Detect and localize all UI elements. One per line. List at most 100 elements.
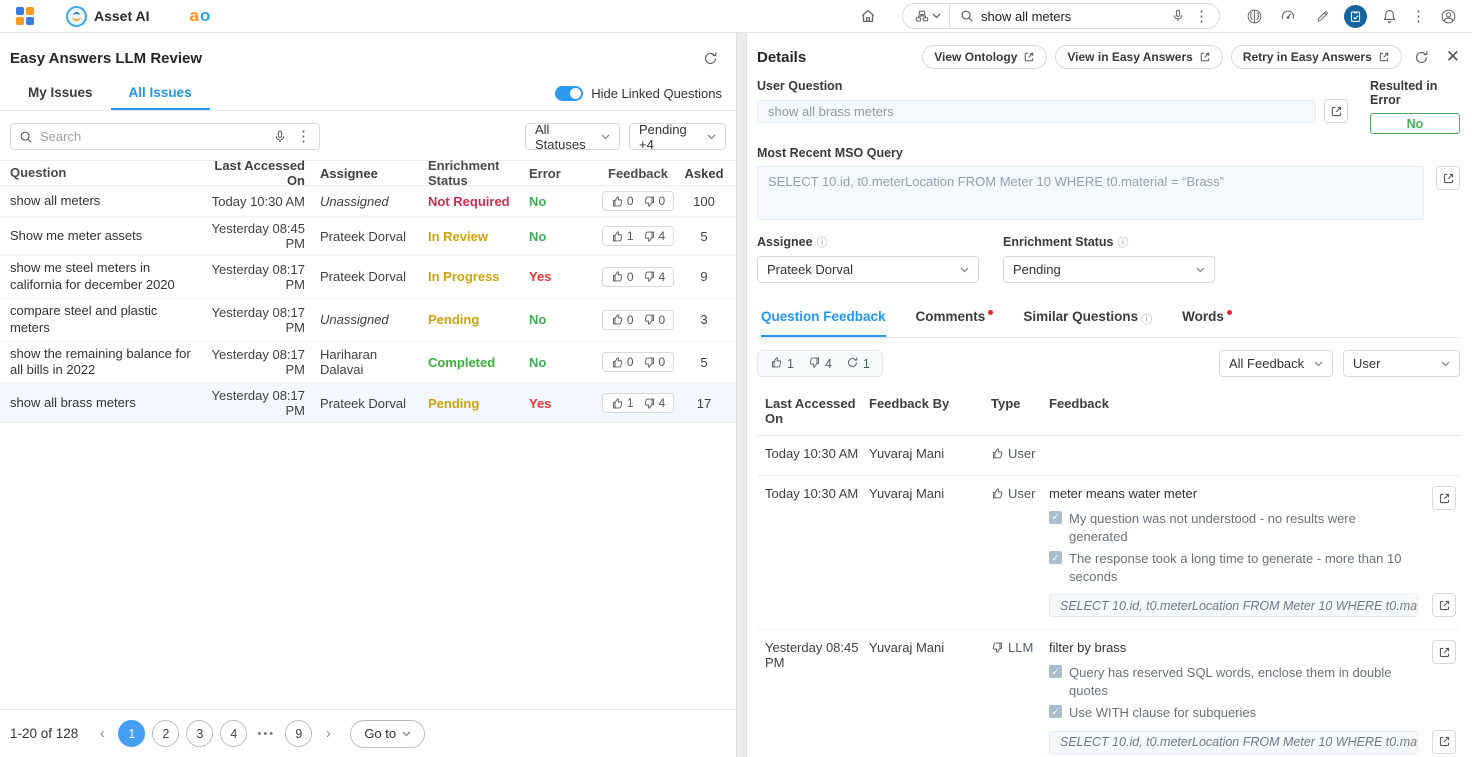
gauge-icon[interactable] [1276,4,1300,28]
browser-search-bar[interactable]: show all meters ⋮ [902,3,1220,29]
search-options-kebab-icon[interactable]: ⋮ [1194,9,1209,24]
details-panel: Details View Ontology View in Easy Answe… [746,33,1472,757]
mic-icon[interactable] [271,125,289,149]
refresh-icon[interactable] [1410,45,1434,69]
feedback-type-dropdown[interactable]: All Feedback [1219,350,1333,377]
pen-icon[interactable] [1310,4,1334,28]
enrichment-status-dropdown[interactable]: Pending [1003,256,1215,283]
user-question-input[interactable]: show all brass meters [757,100,1316,123]
table-row[interactable]: show the remaining balance for all bills… [0,342,736,385]
page-button[interactable]: 9 [285,720,312,747]
open-feedback-button[interactable] [1432,640,1456,664]
enrichment-status-cell: In Review [415,229,528,244]
asked-count-cell: 100 [682,194,726,209]
checkbox-checked[interactable]: ✓ [1049,665,1062,678]
page-button[interactable]: 1 [118,720,145,747]
goto-page-dropdown[interactable]: Go to [350,720,425,748]
table-row[interactable]: Show me meter assetsYesterday 08:45 PMPr… [0,217,736,256]
tab-words[interactable]: Words [1182,301,1232,337]
chevron-down-icon [601,134,610,140]
external-link-icon [1378,51,1390,63]
table-row[interactable]: show all brass metersYesterday 08:17 PMP… [0,384,736,423]
chevron-down-icon [707,134,716,140]
page-button[interactable]: 3 [186,720,213,747]
enrichment-filter-dropdown[interactable]: Pending +4 [629,123,726,150]
checkbox-checked[interactable]: ✓ [1049,705,1062,718]
open-query-button[interactable] [1432,593,1456,617]
feedback-by-dropdown[interactable]: User [1343,350,1460,377]
feedback-counts-button[interactable]: 14 [602,393,674,413]
thumbs-up-count: 1 [611,229,634,243]
tab-similar-questions[interactable]: Similar Questionsⓘ [1023,301,1152,337]
mic-icon[interactable] [1169,4,1187,28]
page-button[interactable]: 2 [152,720,179,747]
browser-menu-kebab-icon[interactable]: ⋮ [1411,9,1426,24]
pagination-ellipsis: ••• [254,728,278,740]
search-input[interactable]: Search ⋮ [10,123,320,150]
refresh-icon[interactable] [698,46,722,70]
asset-ai-brand[interactable]: Asset AI [66,6,150,27]
thumbs-up-count[interactable]: 1 [770,356,794,372]
view-in-easy-answers-button[interactable]: View in Easy Answers [1055,45,1222,69]
mso-query-textarea[interactable]: SELECT 10.id, t0.meterLocation FROM Mete… [757,166,1424,220]
table-row[interactable]: show all metersToday 10:30 AMUnassignedN… [0,186,736,217]
assignee-dropdown[interactable]: Prateek Dorval [757,256,979,283]
feedback-counts-button[interactable]: 14 [602,226,674,246]
thumbs-down-count[interactable]: 4 [808,356,832,372]
question-cell: compare steel and plastic meters [10,303,205,337]
page-button[interactable]: 4 [220,720,247,747]
type-label: User [1008,486,1035,501]
external-link-icon [1330,105,1343,118]
last-accessed-cell: Yesterday 08:17 PM [205,305,305,335]
feedback-counts-button[interactable]: 04 [602,267,674,287]
prev-page-button[interactable]: ‹ [92,725,112,742]
tab-group-switcher[interactable] [903,4,950,28]
hide-linked-questions-toggle[interactable] [555,86,583,101]
retry-in-easy-answers-button[interactable]: Retry in Easy Answers [1231,45,1402,69]
close-icon[interactable]: ✕ [1446,47,1460,67]
checkbox-checked[interactable]: ✓ [1049,511,1062,524]
account-icon[interactable] [1436,4,1460,28]
chevron-down-icon [1441,361,1450,367]
open-feedback-button[interactable] [1432,486,1456,510]
feedback-counts-button[interactable]: 00 [602,352,674,372]
search-kebab-icon[interactable]: ⋮ [296,129,311,144]
view-ontology-button[interactable]: View Ontology [922,45,1047,69]
resulted-in-error-value[interactable]: No [1370,113,1460,134]
brain-icon[interactable] [1242,4,1266,28]
app-grid-icon[interactable] [16,7,34,25]
feedback-counts-button[interactable]: 00 [602,310,674,330]
tab-my-issues[interactable]: My Issues [10,76,111,110]
error-cell: No [528,355,594,370]
type-cell: LLM [991,640,1049,754]
type-label: User [1008,446,1035,461]
tab-all-issues[interactable]: All Issues [111,76,210,110]
col-feedback-by: Feedback By [869,396,991,426]
retry-count[interactable]: 1 [846,356,870,372]
sql-query-box[interactable]: SELECT 10.id, t0.meterLocation FROM Mete… [1049,594,1418,617]
feedback-counts-button[interactable]: 00 [602,191,674,211]
tab-comments[interactable]: Comments [916,301,994,337]
sql-query-box[interactable]: SELECT 10.id, t0.meterLocation FROM Mete… [1049,731,1418,754]
bell-icon[interactable] [1377,4,1401,28]
feedback-tags-list: ✓My question was not understood - no res… [1049,510,1418,585]
open-query-button[interactable] [1432,730,1456,754]
chevron-down-icon [1196,267,1205,273]
tab-question-feedback[interactable]: Question Feedback [761,301,886,337]
thumbs-up-count: 0 [611,194,634,208]
ao-logo-icon[interactable]: ao [190,6,212,26]
enrichment-status-cell: In Progress [415,269,528,284]
checkbox-label: The response took a long time to generat… [1069,550,1418,585]
expand-mso-query-button[interactable] [1436,166,1460,190]
search-query-text[interactable]: show all meters [981,9,1162,24]
user-question-label: User Question [757,79,1348,93]
clipboard-check-icon[interactable] [1344,5,1367,28]
status-filter-dropdown[interactable]: All Statuses [525,123,620,150]
next-page-button[interactable]: › [318,725,338,742]
expand-user-question-button[interactable] [1324,99,1348,123]
table-row[interactable]: show me steel meters in california for d… [0,256,736,299]
chevron-down-icon [960,267,969,273]
table-row[interactable]: compare steel and plastic metersYesterda… [0,299,736,342]
checkbox-checked[interactable]: ✓ [1049,551,1062,564]
home-icon[interactable] [856,4,880,28]
